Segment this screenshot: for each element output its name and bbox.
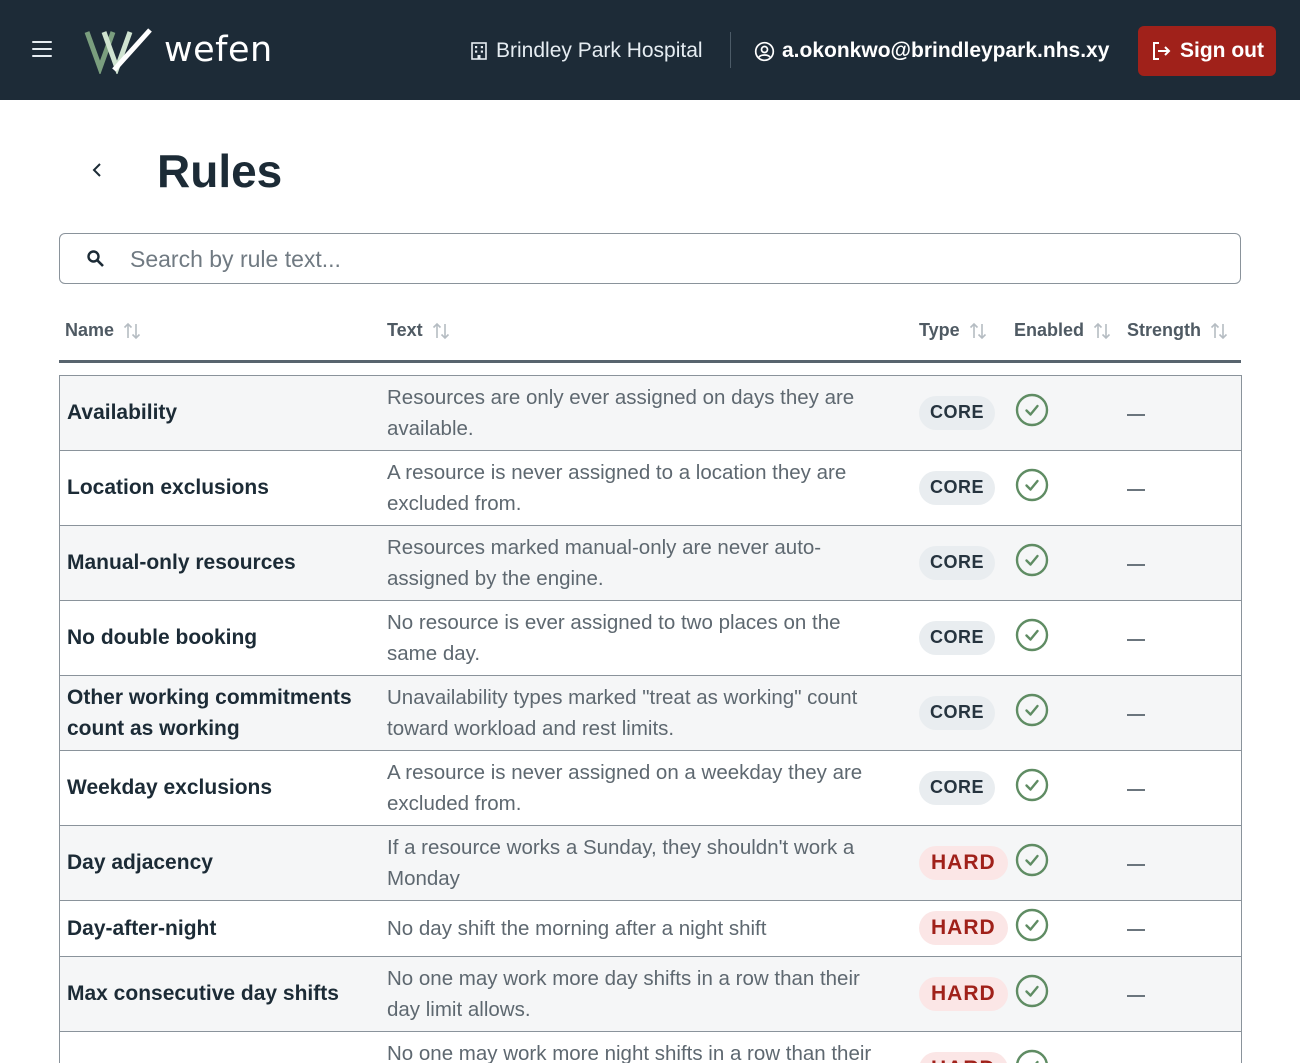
rule-name: Day-after-night: [67, 916, 217, 940]
rule-name: No double booking: [67, 626, 258, 649]
rule-type-badge: CORE: [919, 545, 996, 580]
strength-empty-dash: [1127, 788, 1145, 791]
rule-text: Resources marked manual-only are never a…: [387, 535, 822, 590]
enabled-check-icon[interactable]: [1015, 543, 1049, 577]
table-row[interactable]: Day-after-night No day shift the morning …: [60, 901, 1241, 957]
sign-out-button[interactable]: Sign out: [1138, 26, 1276, 76]
strength-empty-dash: [1127, 413, 1145, 416]
strength-empty-dash: [1127, 863, 1145, 866]
rule-text: A resource is never assigned to a locati…: [387, 460, 847, 515]
enabled-check-icon[interactable]: [1015, 908, 1049, 942]
table-row[interactable]: Location exclusions A resource is never a…: [60, 451, 1241, 526]
column-header-label: Strength: [1127, 320, 1201, 340]
table-row[interactable]: Other working commitments count as worki…: [60, 676, 1241, 751]
enabled-check-icon[interactable]: [1015, 693, 1049, 727]
rule-type-badge: CORE: [919, 395, 996, 430]
enabled-check-icon[interactable]: [1015, 974, 1049, 1008]
table-row[interactable]: Max consecutive day shifts No one may wor…: [60, 957, 1241, 1032]
table-header: Name Text Type Enabled Strength: [59, 308, 1241, 363]
rule-text: No one may work more night shifts in a r…: [387, 1041, 872, 1063]
column-header-type[interactable]: Type: [919, 320, 988, 341]
rule-type-badge: CORE: [919, 770, 996, 805]
sign-out-label: Sign out: [1180, 39, 1264, 62]
table-row[interactable]: Availability Resources are only ever assi…: [60, 376, 1241, 451]
rule-type-badge: CORE: [919, 620, 996, 655]
rule-name: Location exclusions: [67, 476, 269, 499]
strength-empty-dash: [1127, 488, 1145, 491]
building-icon: [471, 42, 487, 60]
rule-name: Manual-only resources: [67, 551, 296, 574]
rule-text: Resources are only ever assigned on days…: [387, 385, 855, 440]
enabled-check-icon[interactable]: [1015, 1049, 1049, 1063]
column-header-enabled[interactable]: Enabled: [1014, 320, 1112, 341]
strength-empty-dash: [1127, 929, 1145, 931]
column-header-label: Enabled: [1014, 320, 1085, 340]
search-box: [59, 233, 1241, 284]
sort-icon: [123, 322, 141, 339]
enabled-check-icon[interactable]: [1015, 393, 1049, 427]
enabled-check-icon[interactable]: [1015, 843, 1049, 877]
column-header-label: Type: [919, 320, 960, 340]
rule-name: Max consecutive day shifts: [67, 982, 339, 1005]
rules-table: Availability Resources are only ever assi…: [59, 375, 1242, 1063]
rule-name: Availability: [67, 401, 178, 424]
search-icon: [87, 250, 104, 267]
chevron-left-icon: [92, 163, 101, 177]
menu-icon[interactable]: [32, 41, 52, 59]
table-row[interactable]: Day adjacency If a resource works a Sunda…: [60, 826, 1241, 901]
user-email: a.okonkwo@brindleypark.nhs.xy: [782, 39, 1110, 62]
header-divider: [730, 32, 731, 68]
enabled-check-icon[interactable]: [1015, 768, 1049, 802]
column-header-text[interactable]: Text: [387, 320, 451, 341]
strength-empty-dash: [1127, 994, 1145, 997]
rule-text: No one may work more day shifts in a row…: [387, 966, 860, 1021]
top-navigation-bar: wefen Brindley Park Hospital a.okonkwo@b…: [0, 0, 1300, 100]
column-header-strength[interactable]: Strength: [1127, 320, 1229, 341]
rule-type-badge: CORE: [919, 695, 996, 730]
rule-text: No resource is ever assigned to two plac…: [387, 610, 841, 665]
wefen-logo-icon: [84, 28, 152, 74]
rule-text: A resource is never assigned on a weekda…: [387, 760, 863, 815]
column-header-label: Name: [65, 320, 115, 340]
user-circle-icon: [754, 41, 775, 61]
enabled-check-icon[interactable]: [1015, 618, 1049, 652]
search-input[interactable]: [130, 242, 1210, 276]
sort-icon: [969, 322, 986, 339]
strength-empty-dash: [1127, 638, 1145, 641]
rule-type-badge: HARD: [919, 845, 1008, 880]
table-row[interactable]: No one may work more night shifts in a r…: [60, 1032, 1241, 1063]
table-row[interactable]: Weekday exclusions A resource is never as…: [60, 751, 1241, 826]
rule-type-badge: HARD: [919, 1051, 1008, 1063]
rule-name: Day adjacency: [67, 851, 213, 874]
back-button[interactable]: [84, 155, 110, 185]
sort-icon: [1093, 322, 1111, 339]
rule-type-badge: HARD: [919, 911, 1008, 945]
organization-name: Brindley Park Hospital: [496, 39, 703, 62]
sort-icon: [432, 322, 449, 339]
page-title: Rules: [157, 145, 283, 197]
sign-out-icon: [1153, 42, 1171, 60]
enabled-check-icon[interactable]: [1015, 468, 1049, 502]
rule-name: Other working commitments count as worki…: [67, 685, 352, 740]
user-account: a.okonkwo@brindleypark.nhs.xy: [754, 37, 1109, 65]
rule-name: Weekday exclusions: [67, 776, 273, 799]
rule-type-badge: CORE: [919, 470, 996, 505]
table-row[interactable]: No double booking No resource is ever ass…: [60, 601, 1241, 676]
rule-text: No day shift the morning after a night s…: [387, 916, 767, 940]
column-header-name[interactable]: Name: [65, 320, 142, 341]
column-header-label: Text: [387, 320, 423, 340]
table-row[interactable]: Manual-only resources Resources marked ma…: [60, 526, 1241, 601]
rule-type-badge: HARD: [919, 976, 1008, 1011]
sort-icon: [1210, 322, 1228, 339]
rule-text: Unavailability types marked "treat as wo…: [387, 685, 858, 740]
strength-empty-dash: [1127, 713, 1145, 716]
rule-text: If a resource works a Sunday, they shoul…: [387, 835, 855, 890]
logo-text: wefen: [164, 30, 273, 70]
strength-empty-dash: [1127, 563, 1145, 566]
organization-label: Brindley Park Hospital: [469, 37, 703, 65]
